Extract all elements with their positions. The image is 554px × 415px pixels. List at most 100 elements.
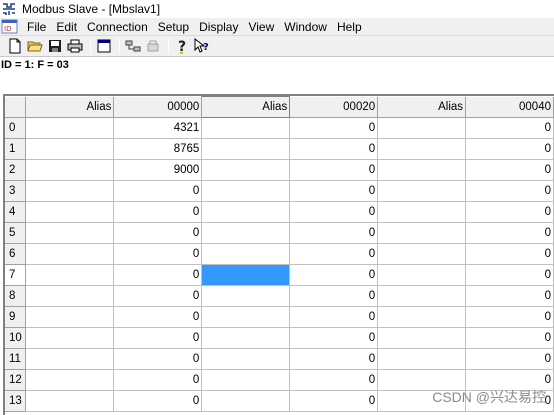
column-header-alias[interactable]: Alias	[201, 96, 291, 118]
disconnect-icon[interactable]	[144, 37, 162, 55]
register-value-cell[interactable]: 0	[289, 180, 379, 202]
connect-icon[interactable]	[124, 37, 142, 55]
alias-cell[interactable]	[201, 201, 291, 223]
register-grid[interactable]: Alias 00000 Alias 00020 Alias 00040 0 432…	[3, 94, 554, 415]
alias-cell[interactable]	[377, 159, 467, 181]
alias-cell[interactable]	[201, 138, 291, 160]
alias-cell[interactable]	[377, 222, 467, 244]
menu-view[interactable]: View	[243, 19, 279, 35]
register-value-cell[interactable]: 0	[289, 264, 379, 286]
alias-cell[interactable]	[377, 201, 467, 223]
alias-cell[interactable]	[25, 159, 115, 181]
row-header[interactable]: 3	[5, 180, 27, 202]
register-value-cell[interactable]: 0	[113, 285, 203, 307]
alias-cell[interactable]	[25, 117, 115, 139]
alias-cell[interactable]	[201, 348, 291, 370]
register-value-cell[interactable]: 0	[289, 201, 379, 223]
register-value-cell[interactable]: 0	[465, 264, 554, 286]
alias-cell[interactable]	[377, 138, 467, 160]
register-value-cell[interactable]: 0	[465, 348, 554, 370]
grid-corner[interactable]	[5, 96, 27, 118]
help-icon[interactable]: ?	[173, 37, 191, 55]
alias-cell[interactable]	[201, 285, 291, 307]
register-value-cell[interactable]: 0	[465, 306, 554, 328]
alias-cell[interactable]	[377, 180, 467, 202]
window-icon[interactable]	[95, 37, 113, 55]
register-value-cell[interactable]: 0	[289, 159, 379, 181]
column-header-alias[interactable]: Alias	[25, 96, 115, 118]
alias-cell[interactable]	[377, 348, 467, 370]
alias-cell[interactable]	[25, 264, 115, 286]
register-value-cell[interactable]: 0	[289, 243, 379, 265]
alias-cell[interactable]	[201, 369, 291, 391]
register-value-cell[interactable]: 0	[289, 348, 379, 370]
register-value-cell[interactable]: 0	[113, 243, 203, 265]
row-header[interactable]: 11	[5, 348, 27, 370]
alias-cell[interactable]	[377, 306, 467, 328]
register-value-cell[interactable]: 0	[289, 327, 379, 349]
register-value-cell[interactable]: 0	[465, 138, 554, 160]
alias-cell[interactable]	[25, 327, 115, 349]
row-header[interactable]: 7	[5, 264, 27, 286]
alias-cell[interactable]	[25, 201, 115, 223]
register-value-cell[interactable]: 0	[113, 201, 203, 223]
row-header[interactable]: 2	[5, 159, 27, 181]
alias-cell[interactable]	[25, 222, 115, 244]
alias-cell[interactable]	[201, 180, 291, 202]
register-value-cell[interactable]: 0	[289, 138, 379, 160]
row-header[interactable]: 5	[5, 222, 27, 244]
alias-cell[interactable]	[201, 159, 291, 181]
context-help-icon[interactable]: ?	[193, 37, 211, 55]
register-value-cell[interactable]: 0	[465, 180, 554, 202]
row-header[interactable]: 6	[5, 243, 27, 265]
register-value-cell[interactable]: 0	[113, 264, 203, 286]
register-value-cell[interactable]: 0	[289, 117, 379, 139]
register-value-cell[interactable]: 9000	[113, 159, 203, 181]
register-value-cell[interactable]: 0	[113, 306, 203, 328]
column-header-address[interactable]: 00040	[465, 96, 554, 118]
alias-cell[interactable]	[25, 138, 115, 160]
alias-cell[interactable]	[25, 390, 115, 412]
alias-cell[interactable]	[377, 117, 467, 139]
register-value-cell[interactable]: 0	[113, 369, 203, 391]
alias-cell[interactable]	[201, 117, 291, 139]
alias-cell[interactable]	[377, 243, 467, 265]
alias-cell[interactable]	[25, 348, 115, 370]
menu-window[interactable]: Window	[279, 19, 332, 35]
register-value-cell[interactable]: 0	[113, 222, 203, 244]
open-icon[interactable]	[26, 37, 44, 55]
menu-connection[interactable]: Connection	[82, 19, 153, 35]
row-header[interactable]: 9	[5, 306, 27, 328]
column-header-address[interactable]: 00020	[289, 96, 379, 118]
alias-cell[interactable]	[377, 285, 467, 307]
register-value-cell[interactable]: 0	[465, 222, 554, 244]
register-value-cell[interactable]: 0	[465, 243, 554, 265]
alias-cell[interactable]	[201, 264, 291, 286]
menu-edit[interactable]: Edit	[51, 19, 82, 35]
print-icon[interactable]	[66, 37, 84, 55]
column-header-alias[interactable]: Alias	[377, 96, 467, 118]
register-value-cell[interactable]: 0	[289, 369, 379, 391]
alias-cell[interactable]	[25, 306, 115, 328]
register-value-cell[interactable]: 0	[289, 285, 379, 307]
register-value-cell[interactable]: 0	[113, 327, 203, 349]
modbus-app-icon[interactable]	[1, 1, 17, 17]
row-header[interactable]: 8	[5, 285, 27, 307]
alias-cell[interactable]	[25, 369, 115, 391]
row-header[interactable]: 10	[5, 327, 27, 349]
alias-cell[interactable]	[201, 243, 291, 265]
row-header[interactable]: 12	[5, 369, 27, 391]
alias-cell[interactable]	[377, 264, 467, 286]
register-table[interactable]: Alias 00000 Alias 00020 Alias 00040 0 432…	[5, 96, 554, 412]
column-header-address[interactable]: 00000	[113, 96, 203, 118]
register-value-cell[interactable]: 8765	[113, 138, 203, 160]
register-value-cell[interactable]: 0	[113, 348, 203, 370]
register-value-cell[interactable]: 0	[465, 327, 554, 349]
register-value-cell[interactable]: 0	[289, 306, 379, 328]
row-header[interactable]: 0	[5, 117, 27, 139]
menu-setup[interactable]: Setup	[153, 19, 194, 35]
register-value-cell[interactable]: 0	[465, 285, 554, 307]
row-header[interactable]: 1	[5, 138, 27, 160]
alias-cell[interactable]	[201, 327, 291, 349]
row-header[interactable]: 4	[5, 201, 27, 223]
